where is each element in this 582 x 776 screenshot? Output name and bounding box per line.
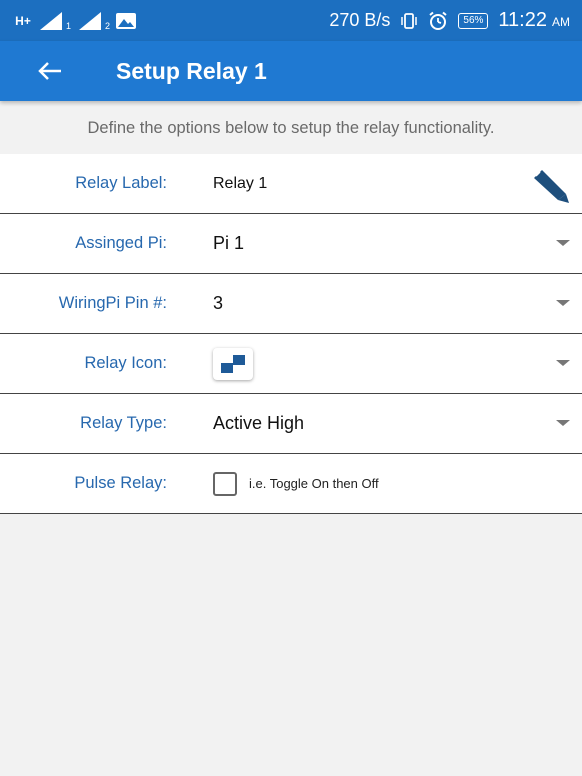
wiringpi-pin-row[interactable]: WiringPi Pin #: 3 (0, 274, 582, 334)
relay-icon-row[interactable]: Relay Icon: (0, 334, 582, 394)
pulse-relay-checkbox[interactable] (213, 471, 237, 496)
clock-ampm: AM (552, 15, 570, 29)
dropdown-arrow-icon[interactable] (556, 240, 570, 246)
vibrate-icon (401, 12, 418, 29)
relay-type-row[interactable]: Relay Type: Active High (0, 394, 582, 454)
clock-time: 11:22 (498, 9, 547, 31)
pulse-relay-label: Pulse Relay: (74, 474, 167, 492)
relay-form: Relay Label: Relay 1 Assinged Pi: Pi 1 W… (0, 154, 582, 514)
signal-icon (40, 11, 62, 30)
sim1-label: 1 (66, 20, 72, 31)
network-type-indicator: H+ (15, 13, 31, 28)
status-bar: H+ 1 2 270 B/s 56% 11:22 AM (0, 0, 582, 41)
image-icon (116, 12, 137, 29)
network-speed: 270 B/s (329, 10, 391, 30)
relay-icon (221, 354, 245, 373)
page-title: Setup Relay 1 (116, 57, 267, 84)
relay-icon-selector[interactable] (213, 347, 253, 380)
relay-label-row[interactable]: Relay Label: Relay 1 (0, 154, 582, 214)
relay-icon-label: Relay Icon: (84, 354, 167, 372)
alarm-icon (429, 11, 448, 30)
dropdown-arrow-icon[interactable] (556, 420, 570, 426)
relay-label-value[interactable]: Relay 1 (213, 175, 267, 193)
app-bar: Setup Relay 1 (0, 41, 582, 101)
wiringpi-pin-value[interactable]: 3 (213, 293, 223, 314)
pulse-relay-row[interactable]: Pulse Relay: i.e. Toggle On then Off (0, 454, 582, 514)
clock: 11:22 AM (498, 9, 570, 32)
relay-type-label: Relay Type: (80, 414, 167, 432)
signal-icon (79, 11, 102, 30)
battery-indicator: 56% (458, 12, 489, 29)
arrow-left-icon (38, 62, 61, 80)
assigned-pi-label: Assinged Pi: (75, 234, 167, 252)
pencil-icon[interactable] (528, 164, 572, 204)
sim2-label: 2 (105, 20, 111, 31)
relay-label-label: Relay Label: (75, 174, 167, 192)
dropdown-arrow-icon[interactable] (556, 360, 570, 366)
back-button[interactable] (30, 51, 70, 91)
assigned-pi-row[interactable]: Assinged Pi: Pi 1 (0, 214, 582, 274)
pulse-relay-checkbox-text[interactable]: i.e. Toggle On then Off (249, 476, 379, 491)
page-description: Define the options below to setup the re… (87, 119, 495, 137)
assigned-pi-value[interactable]: Pi 1 (213, 233, 244, 254)
relay-type-value[interactable]: Active High (213, 413, 304, 434)
dropdown-arrow-icon[interactable] (556, 300, 570, 306)
wiringpi-pin-label: WiringPi Pin #: (58, 294, 167, 312)
